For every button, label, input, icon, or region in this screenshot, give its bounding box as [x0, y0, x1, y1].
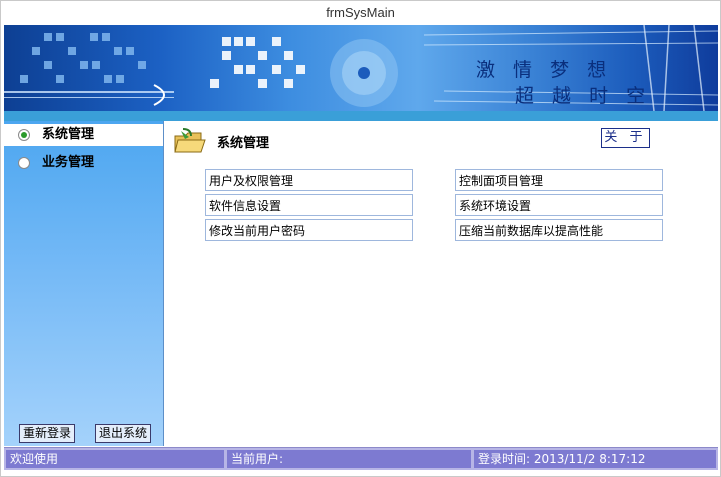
sidebar-item-business-management[interactable]: 业务管理	[4, 152, 163, 174]
system-environment-button[interactable]: 系统环境设置	[455, 194, 663, 216]
banner-slogan-line1: 激 情 梦 想	[476, 59, 613, 81]
about-button[interactable]: 关 于	[601, 128, 650, 148]
sidebar-item-label: 业务管理	[42, 155, 95, 170]
window-title: frmSysMain	[1, 1, 720, 25]
status-bar: 欢迎使用 当前用户: 登录时间: 2013/11/2 8:17:12	[4, 447, 718, 470]
status-current-user: 当前用户:	[227, 450, 471, 468]
status-welcome: 欢迎使用	[6, 450, 224, 468]
banner-stripe	[4, 111, 718, 121]
folder-icon	[173, 127, 207, 158]
relogin-button[interactable]: 重新登录	[19, 424, 76, 443]
control-panel-items-button[interactable]: 控制面项目管理	[455, 169, 663, 191]
sidebar-item-label: 系统管理	[42, 127, 95, 142]
status-login-time: 登录时间: 2013/11/2 8:17:12	[474, 450, 716, 468]
compact-database-button[interactable]: 压缩当前数据库以提高性能	[455, 219, 663, 241]
exit-system-button[interactable]: 退出系统	[95, 424, 152, 443]
banner-slogan-line2: 超 越 时 空	[515, 85, 652, 107]
header-banner: 激 情 梦 想 超 越 时 空	[4, 25, 718, 111]
main-window: frmSysMain 激 情 梦 想 超 越 时 空 系统管理 业务管理 重新登…	[0, 0, 721, 477]
page-title: 系统管理	[217, 136, 270, 151]
sidebar: 系统管理 业务管理 重新登录 退出系统	[4, 121, 164, 446]
software-info-settings-button[interactable]: 软件信息设置	[205, 194, 413, 216]
radio-selected-icon[interactable]	[18, 129, 30, 141]
radio-unselected-icon[interactable]	[18, 157, 30, 169]
sidebar-item-system-management[interactable]: 系统管理	[4, 124, 163, 146]
user-permission-button[interactable]: 用户及权限管理	[205, 169, 413, 191]
change-password-button[interactable]: 修改当前用户密码	[205, 219, 413, 241]
